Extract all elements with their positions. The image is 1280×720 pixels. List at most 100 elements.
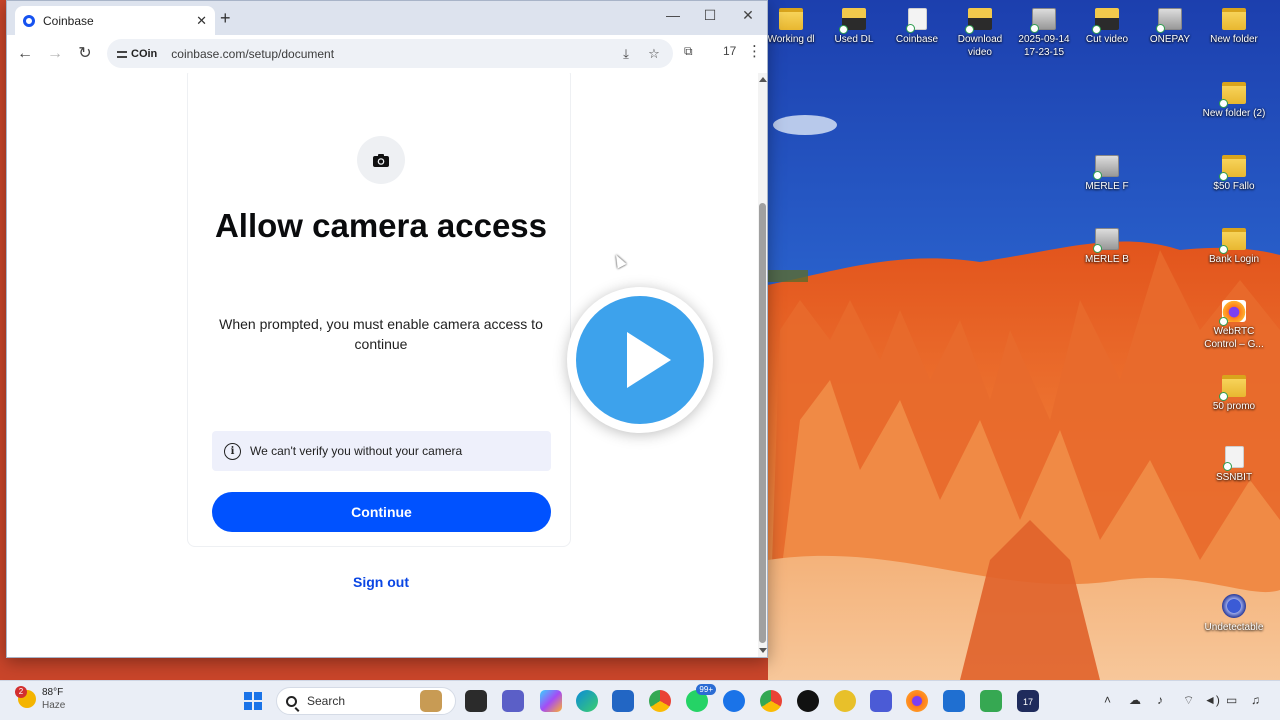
calendar-icon[interactable]: 17 <box>1017 690 1039 712</box>
chrome-icon[interactable] <box>649 690 671 712</box>
folder-icon <box>779 8 803 30</box>
whatsapp-icon[interactable]: 99+ <box>686 684 716 712</box>
desktop-icon-50-promo[interactable]: 50 promo <box>1202 375 1266 413</box>
desktop-icon-label: 50 promo <box>1212 401 1256 412</box>
weather-widget[interactable]: 2 88°F Haze <box>15 686 65 712</box>
desktop-icon-undetectable[interactable]: Undetectable <box>1202 594 1266 634</box>
store-icon[interactable] <box>612 690 634 712</box>
obs-icon[interactable] <box>797 690 819 712</box>
desktop-icon-label: Coinbase <box>895 34 939 45</box>
desktop-icon-bank-login[interactable]: Bank Login <box>1202 228 1266 266</box>
folder-icon <box>1219 228 1246 254</box>
scroll-thumb[interactable] <box>759 203 766 643</box>
copilot-icon[interactable] <box>540 690 562 712</box>
notepad-icon[interactable] <box>980 690 1002 712</box>
desktop-icon-label: 2025-09-14 17-23-15 <box>1018 34 1070 58</box>
desktop-icon-new-folder-2[interactable]: New folder (2) <box>1202 82 1266 120</box>
new-tab-button[interactable]: + <box>220 8 231 28</box>
maximize-button[interactable]: ☐ <box>695 7 725 24</box>
xbox-icon[interactable] <box>834 690 856 712</box>
close-window-button[interactable]: ✕ <box>733 7 763 24</box>
folder-icon <box>1219 375 1246 401</box>
desktop-icon-label: ONEPAY <box>1149 34 1191 45</box>
desktop-icon-label: $50 Fallo <box>1213 181 1255 192</box>
camera-required-notice: i We can't verify you without your camer… <box>212 431 551 471</box>
desktop-icon-webrtc-control[interactable]: WebRTC Control – G... <box>1202 300 1266 351</box>
desktop-icon-label: New folder (2) <box>1202 108 1266 119</box>
desktop-icon-merle-b[interactable]: MERLE B <box>1075 228 1139 266</box>
desktop-icon-ssnbit[interactable]: SSNBIT <box>1202 446 1266 484</box>
install-app-icon[interactable]: ⤓ <box>617 46 635 62</box>
task-view-icon[interactable] <box>465 690 487 712</box>
desktop-icon-onepay[interactable]: ONEPAY <box>1138 8 1202 46</box>
teams-icon[interactable] <box>502 690 524 712</box>
video-folder-icon <box>1092 8 1119 34</box>
desktop-icon-coinbase[interactable]: Coinbase <box>885 8 949 46</box>
firefox-icon[interactable] <box>906 690 928 712</box>
chrome-profile-icon[interactable] <box>760 690 782 712</box>
file-icon <box>1222 446 1244 471</box>
folder-icon <box>1222 8 1246 30</box>
bookmark-star-icon[interactable]: ☆ <box>645 46 663 62</box>
scroll-down-icon[interactable] <box>759 648 767 653</box>
tab-count-badge[interactable]: 17 <box>723 44 736 58</box>
desktop-icon-label: Working dl <box>767 34 815 45</box>
desktop-icon-cut-video[interactable]: Cut video <box>1075 8 1139 46</box>
site-info-chip[interactable]: COin <box>117 48 157 60</box>
battery-icon[interactable]: ▭ <box>1226 693 1237 707</box>
tab-coinbase[interactable]: Coinbase ✕ <box>15 6 215 35</box>
info-icon: i <box>224 442 241 460</box>
forward-button[interactable]: → <box>45 44 65 64</box>
microphone-icon[interactable]: ♪ <box>1157 693 1163 707</box>
site-settings-icon <box>117 49 127 59</box>
desktop-icon-label: SSNBIT <box>1215 472 1253 483</box>
back-button[interactable]: ← <box>15 44 35 64</box>
address-bar[interactable]: COin coinbase.com/setup/document ⤓ ☆ <box>107 39 673 68</box>
tab-close-icon[interactable]: ✕ <box>196 13 207 29</box>
desktop-icon-label: New folder <box>1210 34 1258 45</box>
desktop-icon-new-folder[interactable]: New folder <box>1202 8 1266 46</box>
continue-button[interactable]: Continue <box>212 492 551 532</box>
site-chip-label: COin <box>131 47 158 60</box>
url-text[interactable]: coinbase.com/setup/document <box>171 47 607 61</box>
page-scrollbar[interactable] <box>758 73 767 657</box>
tab-strip: Coinbase ✕ + — ☐ ✕ <box>7 1 767 35</box>
play-icon <box>576 296 704 424</box>
browser-toolbar: ← → ↻ COin coinbase.com/setup/document ⤓… <box>7 35 767 73</box>
desktop-icon-used-dl[interactable]: Used DL <box>822 8 886 46</box>
app-icon[interactable] <box>870 690 892 712</box>
tab-search-icon[interactable]: ⧉ <box>684 44 693 59</box>
search-icon <box>286 695 297 707</box>
scroll-up-icon[interactable] <box>759 77 767 82</box>
desktop-icon-merle-f[interactable]: MERLE F <box>1075 155 1139 193</box>
desktop-icon-label: Download video <box>957 34 1003 58</box>
reload-button[interactable]: ↻ <box>75 44 95 64</box>
browser-menu-icon[interactable]: ⋮ <box>747 42 762 60</box>
remote-desktop-icon[interactable] <box>943 690 965 712</box>
video-play-button[interactable] <box>567 287 713 433</box>
desktop-icon-50-fallo[interactable]: $50 Fallo <box>1202 155 1266 193</box>
wifi-icon[interactable]: ⌔ <box>1183 693 1194 708</box>
desktop-icon-label: MERLE F <box>1085 181 1129 192</box>
edge-icon[interactable] <box>576 690 598 712</box>
minimize-button[interactable]: — <box>658 7 688 23</box>
notifications-bell-icon[interactable]: ♫ <box>1251 693 1260 707</box>
app-icon[interactable] <box>723 690 745 712</box>
volume-icon[interactable]: ◄) <box>1204 693 1220 707</box>
desktop-icon-label: Used DL <box>834 34 874 45</box>
weather-temperature: 88°F <box>42 687 64 698</box>
show-hidden-icons-chevron-icon[interactable]: ˄ <box>1104 693 1111 707</box>
notice-text: We can't verify you without your camera <box>250 444 463 458</box>
start-button[interactable] <box>244 692 262 710</box>
camera-icon <box>357 136 405 184</box>
desktop-icon-download-video[interactable]: Download video <box>948 8 1012 59</box>
network-cloud-icon[interactable]: ☁ <box>1129 693 1141 707</box>
search-highlight-icon[interactable] <box>420 690 442 712</box>
desktop-icon-screenshot-2025[interactable]: 2025-09-14 17-23-15 <box>1012 8 1076 59</box>
desktop-icon-working-dl[interactable]: Working dl <box>759 8 823 46</box>
whatsapp-unread-badge: 99+ <box>696 684 716 695</box>
sign-out-link[interactable]: Sign out <box>301 574 461 590</box>
weather-alert-badge: 2 <box>15 686 27 698</box>
coinbase-favicon-icon <box>23 14 35 27</box>
image-file-icon <box>1093 228 1119 253</box>
